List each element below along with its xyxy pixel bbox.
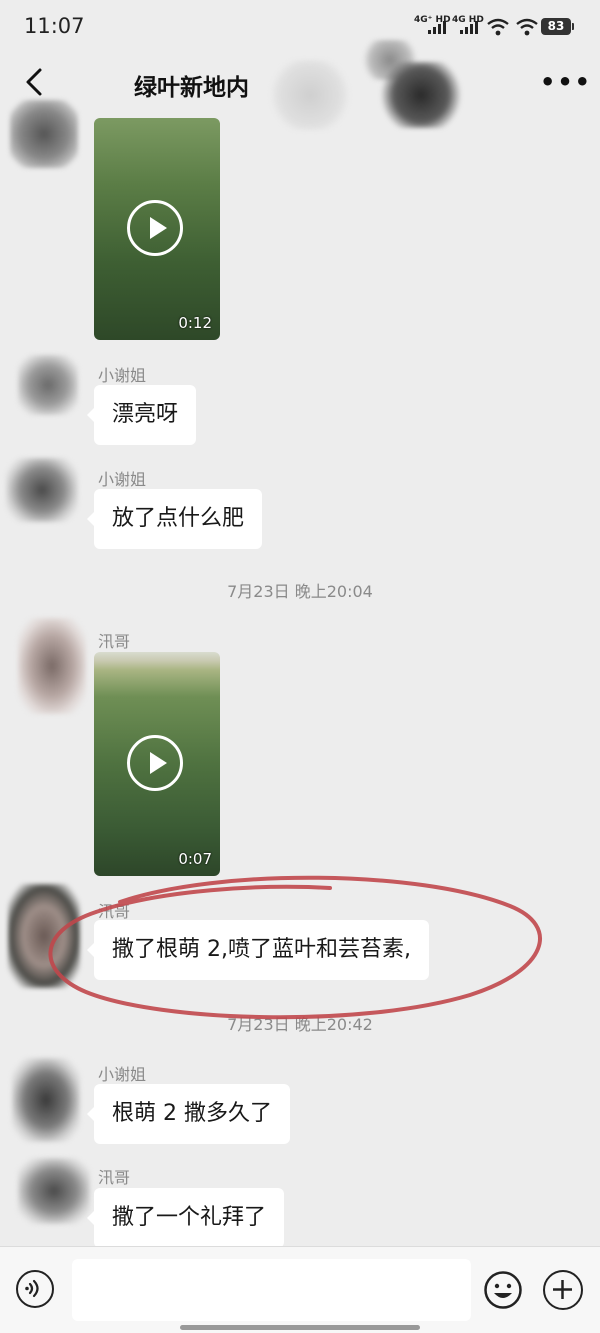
home-indicator[interactable] [180, 1325, 420, 1330]
signal-bars-icon [460, 20, 480, 34]
sender-name: 小谢姐 [98, 366, 147, 385]
sender-name: 小谢姐 [98, 1065, 147, 1084]
message-bubble[interactable]: 漂亮呀 [86, 385, 197, 445]
message-bubble[interactable]: 撒了一个礼拜了 [86, 1188, 285, 1248]
sender-name: 小谢姐 [98, 470, 147, 489]
wifi-icon [516, 18, 538, 36]
message-bubble[interactable]: 放了点什么肥 [86, 489, 263, 549]
avatar[interactable] [18, 355, 78, 415]
annotation-circle [48, 875, 542, 1020]
avatar[interactable] [12, 1058, 80, 1142]
signal-bars-icon [428, 20, 448, 34]
video-message[interactable]: 0:12 [94, 118, 220, 340]
wifi-icon [487, 18, 509, 36]
redaction-scribble [378, 62, 464, 128]
battery-indicator: 83 [541, 18, 574, 35]
plus-icon [553, 1280, 572, 1299]
message-bubble[interactable]: 根萌 2 撒多久了 [87, 1084, 290, 1144]
avatar[interactable] [18, 618, 86, 714]
message-input[interactable] [72, 1259, 471, 1321]
plus-button[interactable] [543, 1270, 583, 1310]
more-options-button[interactable]: ••• [540, 68, 592, 96]
chat-title: 绿叶新地内 [134, 75, 249, 101]
voice-input-button[interactable] [16, 1270, 54, 1308]
redaction-scribble [270, 60, 350, 130]
avatar[interactable] [6, 458, 78, 522]
timestamp: 7月23日 晚上20:04 [227, 582, 373, 601]
voice-icon [25, 1279, 39, 1298]
play-icon[interactable] [127, 735, 183, 791]
avatar[interactable] [10, 100, 78, 168]
video-duration: 0:12 [178, 314, 212, 332]
back-arrow-icon[interactable] [18, 64, 54, 100]
avatar[interactable] [18, 1158, 90, 1224]
play-icon[interactable] [127, 200, 183, 256]
video-message[interactable]: 0:07 [94, 652, 220, 876]
status-time: 11:07 [24, 14, 85, 38]
sender-name: 汛哥 [98, 632, 131, 651]
emoji-icon[interactable] [483, 1270, 523, 1310]
sender-name: 汛哥 [98, 1168, 131, 1187]
